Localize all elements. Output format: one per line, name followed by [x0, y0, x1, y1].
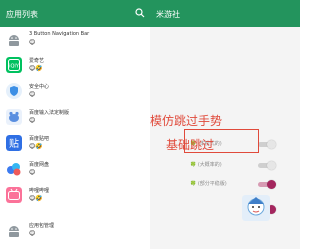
- toggle-label: 🍀 (大概率的): [190, 162, 222, 168]
- app-name: 3 Button Navigation Bar: [29, 31, 90, 37]
- app-row[interactable]: 百度输入法定制版 😊: [0, 106, 150, 132]
- app-row[interactable]: 3 Button Navigation Bar 😊: [0, 28, 150, 54]
- toggle-row[interactable]: 🍀 (部分平稳版): [190, 178, 300, 192]
- overlay-caption-basic-skip: 基础跳过: [166, 138, 215, 152]
- app-row[interactable]: 安全中心 😊: [0, 80, 150, 106]
- app-settings-title: 米游社: [156, 10, 180, 19]
- app-emoji-tag: 😊🤣: [29, 143, 43, 150]
- app-list-title: 应用列表: [6, 10, 38, 19]
- app-list-pane: 应用列表 3 Button Navigation Bar 😊 iQIY 爱奇艺 …: [0, 0, 150, 249]
- svg-text:iQIY: iQIY: [9, 64, 20, 70]
- toggle-knob[interactable]: [267, 161, 276, 170]
- app-settings-header: 米游社: [150, 0, 300, 27]
- app-emoji-tag: 😊🤣: [29, 65, 43, 72]
- security-center-icon: [6, 83, 22, 99]
- app-name: 百度输入法定制版: [29, 110, 70, 116]
- baidu-tieba-icon: 贴: [6, 135, 22, 151]
- app-row[interactable]: iQIY 爱奇艺 😊🤣: [0, 54, 150, 80]
- svg-text:贴: 贴: [9, 137, 19, 150]
- android-icon: [9, 226, 19, 237]
- toggle-label: 🍀 (部分平稳版): [190, 181, 227, 187]
- overlay-caption-gesture-skip: 模仿跳过手势: [150, 114, 223, 128]
- app-row[interactable]: 百度网盘 😊: [0, 158, 150, 184]
- app-name: 爱奇艺: [29, 58, 45, 64]
- iqiyi-icon: iQIY: [6, 57, 22, 73]
- baidu-netdisk-icon: [7, 163, 21, 176]
- bilibili-icon: [6, 187, 22, 203]
- toggle-knob[interactable]: [267, 180, 276, 189]
- app-list-header: 应用列表: [0, 0, 150, 27]
- app-row[interactable]: 哔哩哔哩 😊🤣: [0, 184, 150, 210]
- baidu-input-icon: [6, 109, 22, 125]
- app-name: 应用包管理: [29, 223, 55, 229]
- app-row[interactable]: 贴 百度贴吧 😊🤣: [0, 132, 150, 158]
- android-icon: [9, 35, 19, 46]
- app-emoji-tag: 😊: [29, 39, 36, 46]
- anime-sticker-icon: [242, 195, 270, 221]
- app-name: 安全中心: [29, 84, 50, 90]
- app-emoji-tag: 😊: [29, 230, 36, 237]
- app-name: 百度网盘: [29, 162, 50, 168]
- app-emoji-tag: 😊🤣: [29, 195, 43, 202]
- app-name: 百度贴吧: [29, 136, 50, 142]
- app-row[interactable]: 应用包管理 😊: [0, 219, 150, 245]
- app-name: 哔哩哔哩: [29, 188, 50, 194]
- app-emoji-tag: 😊: [29, 91, 36, 98]
- toggle-knob[interactable]: [267, 140, 276, 149]
- app-emoji-tag: 😊: [29, 117, 36, 124]
- app-emoji-tag: 😊: [29, 169, 36, 176]
- search-icon[interactable]: [135, 8, 145, 18]
- toggle-row[interactable]: 🍀 (大概率的): [190, 159, 300, 173]
